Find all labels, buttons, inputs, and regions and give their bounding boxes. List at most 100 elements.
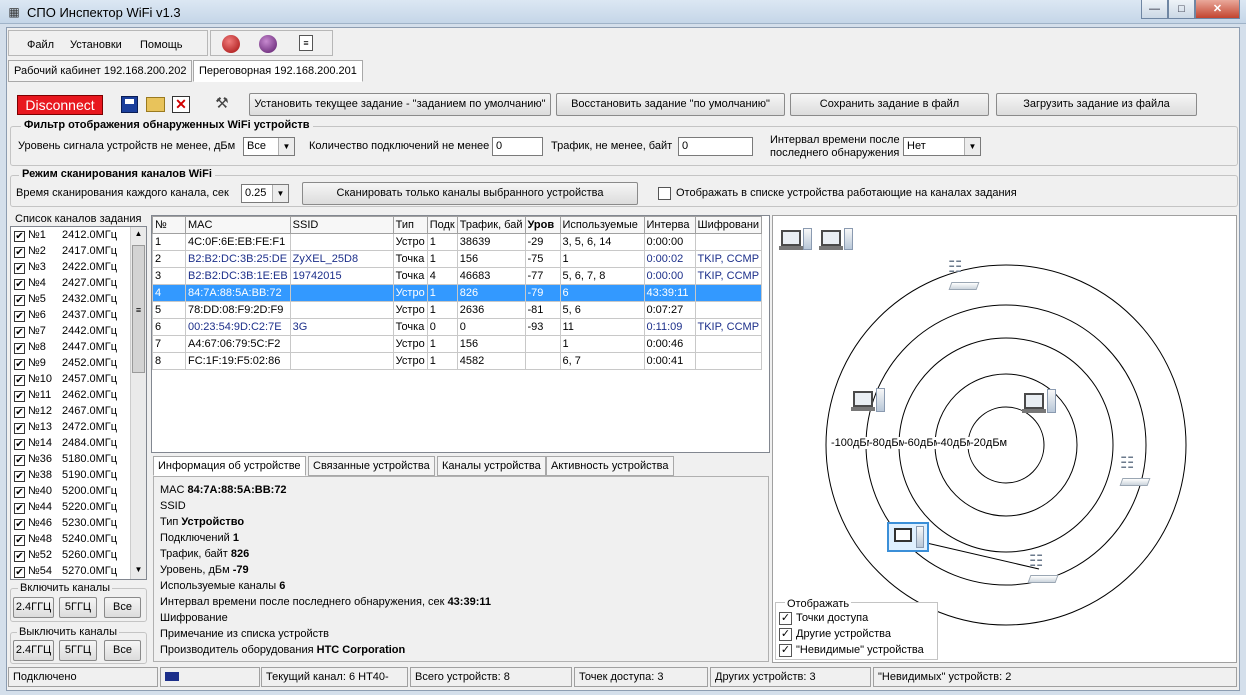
maximize-button[interactable]: □ — [1168, 0, 1195, 19]
settings-tool-icon[interactable]: ⚒ — [212, 95, 232, 113]
channel-item[interactable]: ✔ №10 2457.0МГц — [11, 371, 146, 387]
column-header[interactable]: Используемые — [559, 216, 645, 234]
tab-device-channels[interactable]: Каналы устройства — [437, 456, 546, 476]
menu-settings[interactable]: Установки — [70, 39, 122, 51]
document-icon[interactable]: ≡ — [299, 35, 313, 51]
column-header[interactable]: Подк — [426, 216, 458, 234]
open-folder-icon[interactable] — [146, 97, 165, 112]
channel-item[interactable]: ✔ №3 2422.0МГц — [11, 259, 146, 275]
channel-item[interactable]: ✔ №8 2447.0МГц — [11, 339, 146, 355]
save-task-button[interactable]: Сохранить задание в файл — [790, 93, 989, 116]
channel-item[interactable]: ✔ №54 5270.0МГц — [11, 563, 146, 579]
disable-24ghz-button[interactable]: 2.4ГГЦ — [13, 640, 54, 661]
close-button[interactable]: ✕ — [1195, 0, 1240, 19]
column-header[interactable]: Трафик, бай — [456, 216, 526, 234]
column-header[interactable]: MAC — [185, 216, 291, 234]
scan-selected-channels-button[interactable]: Сканировать только каналы выбранного уст… — [302, 182, 638, 205]
scroll-thumb[interactable]: ≡ — [132, 245, 145, 373]
channel-checkbox[interactable]: ✔ — [14, 295, 25, 306]
column-header[interactable]: № — [152, 216, 186, 234]
channel-checkbox[interactable]: ✔ — [14, 487, 25, 498]
channel-checkbox[interactable]: ✔ — [14, 231, 25, 242]
tab-device-info[interactable]: Информация об устройстве — [153, 456, 306, 476]
column-header[interactable]: Уров — [524, 216, 561, 234]
scroll-down-icon[interactable]: ▼ — [132, 565, 145, 577]
disable-5ghz-button[interactable]: 5ГГЦ — [59, 640, 97, 661]
delete-icon[interactable]: ✕ — [172, 96, 190, 113]
minimize-button[interactable]: — — [1141, 0, 1168, 19]
enable-5ghz-button[interactable]: 5ГГЦ — [59, 597, 97, 618]
stop-icon[interactable] — [259, 35, 277, 53]
channel-checkbox[interactable]: ✔ — [14, 263, 25, 274]
channel-item[interactable]: ✔ №44 5220.0МГц — [11, 499, 146, 515]
channel-checkbox[interactable]: ✔ — [14, 423, 25, 434]
channel-checkbox[interactable]: ✔ — [14, 359, 25, 370]
computer-icon[interactable] — [819, 230, 843, 250]
channel-checkbox[interactable]: ✔ — [14, 551, 25, 562]
column-header[interactable]: Шифровани — [694, 216, 763, 234]
channel-item[interactable]: ✔ №13 2472.0МГц — [11, 419, 146, 435]
show-task-devices-checkbox[interactable] — [658, 187, 671, 200]
channel-list-scrollbar[interactable]: ▲ ≡ ▼ — [130, 227, 146, 579]
channel-checkbox[interactable]: ✔ — [14, 343, 25, 354]
interval-combo[interactable]: Нет ▼ — [903, 137, 981, 156]
enable-all-button[interactable]: Все — [104, 597, 141, 618]
menu-file[interactable]: Файл — [27, 39, 54, 51]
column-header[interactable]: Интерва — [643, 216, 696, 234]
legend-checkbox-other-devices[interactable]: ✓ — [779, 628, 792, 641]
table-row[interactable]: 2 B2:B2:DC:3B:25:DE ZyXEL_25D8 Точка 1 156 -75… — [152, 250, 763, 268]
channel-item[interactable]: ✔ №7 2442.0МГц — [11, 323, 146, 339]
access-point-icon[interactable] — [948, 282, 980, 290]
table-row[interactable]: 3 B2:B2:DC:3B:1E:EB 19742015 Точка 4 46683 -77… — [152, 267, 763, 285]
tab-meeting-room[interactable]: Переговорная 192.168.200.201 — [193, 60, 363, 82]
channel-checkbox[interactable]: ✔ — [14, 471, 25, 482]
column-header[interactable]: Тип — [392, 216, 428, 234]
channel-checkbox[interactable]: ✔ — [14, 455, 25, 466]
column-header[interactable]: SSID — [289, 216, 394, 234]
channel-item[interactable]: ✔ №1 2412.0МГц — [11, 227, 146, 243]
access-point-icon[interactable] — [1119, 478, 1151, 486]
channel-checkbox[interactable]: ✔ — [14, 247, 25, 258]
legend-checkbox-invisible-devices[interactable]: ✓ — [779, 644, 792, 657]
set-default-task-button[interactable]: Установить текущее задание - "заданием п… — [249, 93, 551, 116]
table-row[interactable]: 5 78:DD:08:F9:2D:F9 Устро 1 2636 -81 5, 6 0:07:… — [152, 301, 763, 319]
signal-level-combo[interactable]: Все ▼ — [243, 137, 295, 156]
connections-input[interactable]: 0 — [492, 137, 543, 156]
channel-item[interactable]: ✔ №5 2432.0МГц — [11, 291, 146, 307]
restore-default-task-button[interactable]: Восстановить задание "по умолчанию" — [556, 93, 785, 116]
tab-device-activity[interactable]: Активность устройства — [546, 456, 674, 476]
channel-checkbox[interactable]: ✔ — [14, 375, 25, 386]
channel-checkbox[interactable]: ✔ — [14, 327, 25, 338]
channel-checkbox[interactable]: ✔ — [14, 439, 25, 450]
channel-item[interactable]: ✔ №14 2484.0МГц — [11, 435, 146, 451]
channel-item[interactable]: ✔ №2 2417.0МГц — [11, 243, 146, 259]
selected-device-marker[interactable] — [887, 522, 929, 552]
channel-item[interactable]: ✔ №4 2427.0МГц — [11, 275, 146, 291]
channel-item[interactable]: ✔ №36 5180.0МГц — [11, 451, 146, 467]
enable-24ghz-button[interactable]: 2.4ГГЦ — [13, 597, 54, 618]
tab-workroom[interactable]: Рабочий кабинет 192.168.200.202 — [8, 60, 193, 82]
access-point-icon[interactable] — [1027, 575, 1059, 583]
table-row[interactable]: 6 00:23:54:9D:C2:7E 3G Точка 0 0 -93 11 0:11:09 T… — [152, 318, 763, 336]
channel-item[interactable]: ✔ №52 5260.0МГц — [11, 547, 146, 563]
channel-checkbox[interactable]: ✔ — [14, 567, 25, 578]
channel-checkbox[interactable]: ✔ — [14, 535, 25, 546]
channel-checkbox[interactable]: ✔ — [14, 407, 25, 418]
channel-item[interactable]: ✔ №40 5200.0МГц — [11, 483, 146, 499]
channel-checkbox[interactable]: ✔ — [14, 311, 25, 322]
table-row[interactable]: 4 84:7A:88:5A:BB:72 Устро 1 826 -79 6 43:39:11 — [152, 284, 763, 302]
channel-item[interactable]: ✔ №46 5230.0МГц — [11, 515, 146, 531]
channel-item[interactable]: ✔ №9 2452.0МГц — [11, 355, 146, 371]
computer-icon[interactable] — [851, 391, 875, 411]
record-icon[interactable] — [222, 35, 240, 53]
legend-checkbox-access-points[interactable]: ✓ — [779, 612, 792, 625]
disable-all-button[interactable]: Все — [104, 640, 141, 661]
channel-checkbox[interactable]: ✔ — [14, 391, 25, 402]
channel-item[interactable]: ✔ №38 5190.0МГц — [11, 467, 146, 483]
channel-item[interactable]: ✔ №6 2437.0МГц — [11, 307, 146, 323]
channel-item[interactable]: ✔ №12 2467.0МГц — [11, 403, 146, 419]
computer-icon[interactable] — [1022, 393, 1046, 413]
channel-item[interactable]: ✔ №48 5240.0МГц — [11, 531, 146, 547]
scroll-up-icon[interactable]: ▲ — [132, 229, 145, 241]
load-task-button[interactable]: Загрузить задание из файла — [996, 93, 1197, 116]
